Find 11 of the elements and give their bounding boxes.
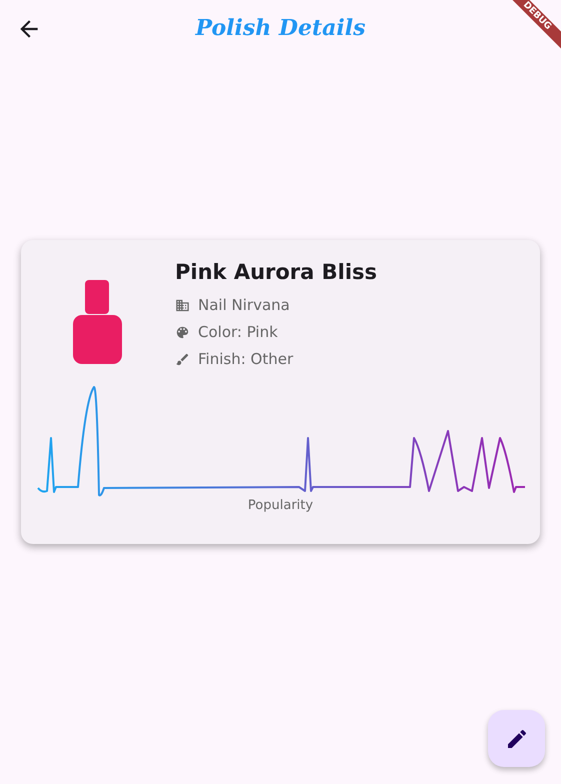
nail-polish-bottle-icon: [73, 280, 123, 366]
edit-button[interactable]: [488, 710, 545, 767]
detail-text: Finish: Other: [198, 350, 294, 368]
detail-text: Color: Pink: [198, 323, 278, 341]
building-icon: [175, 298, 190, 312]
chart-label: Popularity: [246, 498, 314, 513]
detail-text: Nail Nirvana: [198, 296, 290, 314]
page-title: Polish Details: [196, 15, 366, 41]
palette-icon: [175, 324, 190, 340]
brush-icon: [175, 352, 190, 366]
polish-name: Pink Aurora Bliss: [175, 260, 378, 284]
